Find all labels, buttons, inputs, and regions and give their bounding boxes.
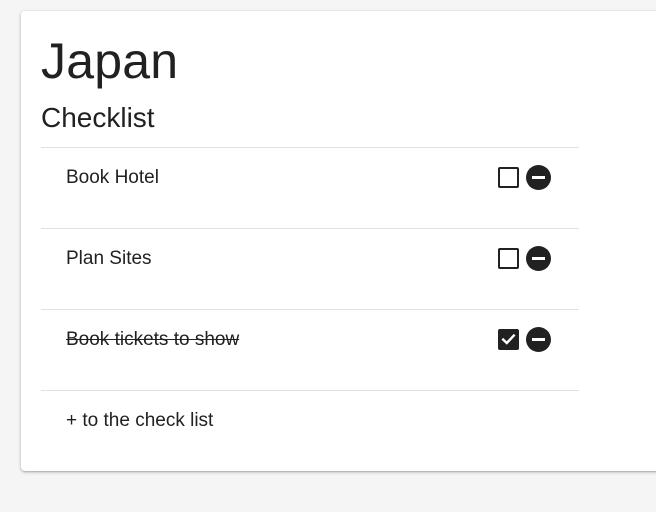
checklist-item: Book tickets to show	[41, 309, 579, 390]
checkbox-icon[interactable]	[498, 248, 519, 269]
remove-circle-icon[interactable]	[526, 165, 551, 190]
minus-icon	[532, 257, 545, 260]
checklist-item: Plan Sites	[41, 228, 579, 309]
remove-circle-icon[interactable]	[526, 327, 551, 352]
checkbox-icon[interactable]	[498, 167, 519, 188]
check-icon	[501, 333, 516, 345]
checklist-heading: Checklist	[41, 102, 155, 133]
checklist-item: Book Hotel	[41, 147, 579, 228]
minus-icon	[532, 176, 545, 179]
remove-circle-icon[interactable]	[526, 246, 551, 271]
add-checklist-item-link[interactable]: + to the check list	[66, 409, 213, 433]
checklist-item-label: Book tickets to show	[66, 329, 240, 350]
add-item-row: + to the check list	[41, 390, 579, 460]
minus-icon	[532, 338, 545, 341]
trip-card: Japan Checklist Book Hotel Plan Sites Bo…	[21, 11, 656, 471]
checklist-item-label: Book Hotel	[66, 167, 159, 188]
checkbox-checked-icon[interactable]	[498, 329, 519, 350]
checklist: Book Hotel Plan Sites Book tickets to sh…	[41, 147, 579, 460]
page-title: Japan	[41, 33, 179, 89]
checklist-item-label: Plan Sites	[66, 248, 152, 269]
